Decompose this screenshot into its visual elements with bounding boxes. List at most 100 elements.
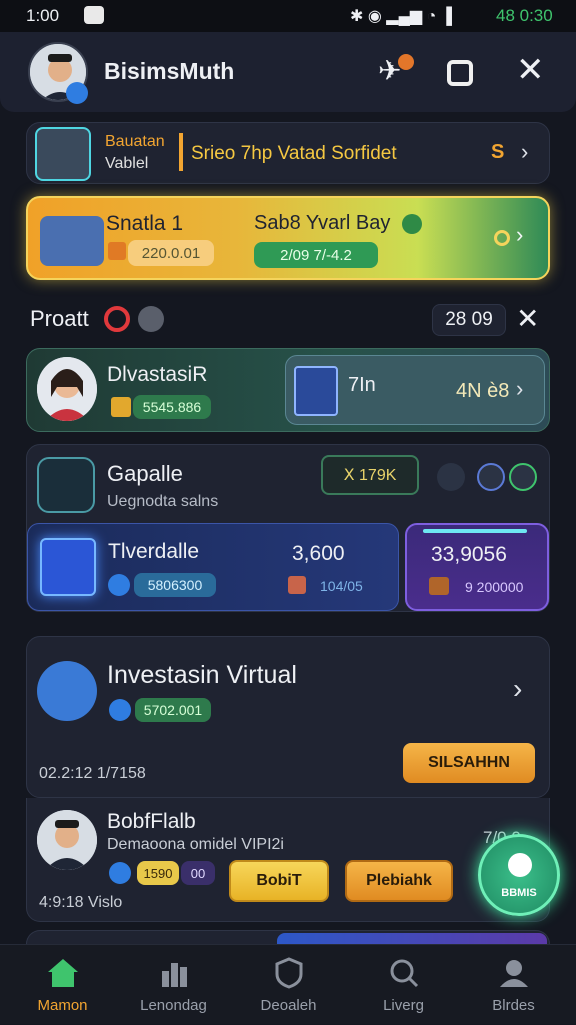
promo-right-value: 2/09 7/-4.2 bbox=[254, 242, 378, 268]
verified-badge-icon bbox=[66, 82, 88, 104]
card2-right-amount: 33,9056 bbox=[431, 543, 507, 566]
card2-badge: Ⅹ 179K bbox=[321, 455, 419, 495]
fab-label: BBMIS bbox=[501, 887, 537, 899]
card2-amount-sub: 104/05 bbox=[320, 578, 363, 594]
card3-meta: 02.2:12 1/7158 bbox=[39, 765, 146, 782]
section-value: 28 09 bbox=[432, 304, 506, 336]
close-icon[interactable]: ✕ bbox=[516, 50, 545, 90]
nav-item-home[interactable]: Mamon bbox=[5, 945, 120, 1025]
nav-item-security[interactable]: Deoaleh bbox=[231, 945, 346, 1025]
card3-title: Investasin Virtual bbox=[107, 661, 297, 689]
investment-virtual-card[interactable]: Investasin Virtual 5702.001 › 02.2:12 1/… bbox=[26, 636, 550, 798]
notification-icon bbox=[84, 6, 104, 24]
nav-label-home: Mamon bbox=[37, 996, 88, 1014]
card3-avatar bbox=[37, 661, 97, 721]
banner-badge: S bbox=[491, 141, 505, 163]
card4-meta: 4:9:18 Vislo bbox=[39, 894, 123, 911]
card2-box-icon bbox=[288, 576, 306, 594]
card2-subtitle: Uegnodta salns bbox=[107, 493, 219, 510]
card4-badge2: 00 bbox=[181, 861, 215, 885]
grid-app-icon bbox=[37, 457, 95, 513]
check-icon bbox=[402, 214, 422, 234]
promo-right-title: Sab8 Yvarl Bay bbox=[254, 212, 391, 234]
peek-card bbox=[26, 930, 550, 945]
nav-item-search[interactable]: Liverg bbox=[346, 945, 461, 1025]
safe-box-icon bbox=[35, 127, 91, 181]
user-icon bbox=[499, 959, 528, 987]
add-icon[interactable] bbox=[138, 306, 164, 332]
floating-action-button[interactable]: BBMIS bbox=[478, 834, 560, 916]
card1-chevron-icon: › bbox=[516, 376, 524, 401]
nav-label-search: Liverg bbox=[383, 996, 424, 1014]
fab-icon bbox=[508, 853, 532, 877]
card1-right: 4N è8 bbox=[456, 380, 510, 402]
card2-sub-value: 5806300 bbox=[134, 573, 216, 597]
investment-card-1[interactable]: DlvastasiR 5545.886 7In 4N è8 › bbox=[26, 348, 550, 432]
card4-button-1[interactable]: BobiT bbox=[229, 860, 329, 902]
card4-check-icon bbox=[109, 862, 131, 884]
promo-card[interactable]: Snatla 1 220.0.01 Sab8 Yvarl Bay 2/09 7/… bbox=[26, 196, 550, 280]
promo-title: Snatla 1 bbox=[106, 212, 184, 235]
camera-icon[interactable] bbox=[447, 60, 473, 86]
card1-mid: 7In bbox=[348, 374, 376, 396]
status-icon[interactable] bbox=[509, 463, 537, 491]
card2-amount: 3,600 bbox=[292, 542, 345, 565]
status-time: 1:00 bbox=[26, 6, 60, 25]
card2-left-panel[interactable]: Tlverdalle 5806300 3,600 104/05 bbox=[27, 523, 399, 611]
header-title: BisimsMuth bbox=[104, 58, 235, 84]
nav-label-security: Deoaleh bbox=[260, 996, 317, 1014]
nav-item-profile[interactable]: Blrdes bbox=[456, 945, 571, 1025]
info-icon[interactable] bbox=[477, 463, 505, 491]
card2-sub-title: Tlverdalle bbox=[108, 540, 200, 563]
card4-badge1: 1590 bbox=[137, 861, 179, 885]
boost-badge bbox=[398, 54, 414, 70]
document-icon bbox=[40, 538, 96, 596]
card2-right-panel[interactable]: 33,9056 9 200000 bbox=[405, 523, 549, 611]
status-icons: ✱ ◉ ▂▄▆ ◔ ▐ bbox=[350, 8, 453, 25]
status-battery: 48 0:30 bbox=[496, 6, 553, 25]
profile-card[interactable]: BobfFlalb Demaoona omidel VIPI2i 1590 00… bbox=[26, 798, 550, 922]
card4-avatar bbox=[37, 810, 97, 870]
tablet-icon bbox=[294, 366, 338, 416]
card1-value: 5545.886 bbox=[133, 395, 211, 419]
chart-icon bbox=[161, 962, 187, 987]
banner-title: Bauatan bbox=[105, 133, 165, 150]
promo-chevron-icon: › bbox=[516, 222, 524, 247]
card3-chevron-icon[interactable]: › bbox=[513, 673, 522, 705]
card3-value: 5702.001 bbox=[135, 698, 211, 722]
app-header: BisimsMuth ✈ ✕ bbox=[0, 32, 576, 112]
gallery-card[interactable]: Gapalle Uegnodta salns Ⅹ 179K Tlverdalle… bbox=[26, 444, 550, 612]
card3-button[interactable]: SILSAHHN bbox=[403, 743, 535, 783]
card1-title: DlvastasiR bbox=[107, 363, 208, 386]
coin-icon bbox=[494, 230, 510, 246]
card4-button-2[interactable]: Plebiahk bbox=[345, 860, 453, 902]
banner-subtitle: Vablel bbox=[105, 155, 149, 172]
card2-right-sub: 9 200000 bbox=[465, 579, 524, 595]
nav-label-ranking: Lenondag bbox=[140, 996, 207, 1014]
card1-avatar bbox=[37, 357, 97, 421]
banner-divider bbox=[179, 133, 183, 171]
info-banner[interactable]: Bauatan Vablel Srieo 7hp Vatad Sorfidet … bbox=[26, 122, 550, 184]
card2-check-icon bbox=[108, 574, 130, 596]
nav-item-ranking[interactable]: Lenondag bbox=[116, 945, 231, 1025]
section-title: Proatt bbox=[30, 306, 89, 331]
home-icon bbox=[47, 958, 78, 987]
record-icon bbox=[104, 306, 130, 332]
bottom-navigation: Mamon Lenondag Deoaleh Liverg Blrdes bbox=[0, 944, 576, 1024]
card1-coin-icon bbox=[111, 397, 131, 417]
chevron-right-icon: › bbox=[521, 139, 529, 164]
search-icon bbox=[390, 959, 418, 987]
status-bar: 1:00 ✱ ◉ ▂▄▆ ◔ ▐ 48 0:30 bbox=[0, 0, 576, 32]
card2-progress-bar bbox=[423, 529, 527, 533]
promo-value: 220.0.01 bbox=[128, 240, 214, 266]
cards-stack-icon bbox=[40, 216, 104, 266]
card4-title: BobfFlalb bbox=[107, 810, 196, 833]
card2-title: Gapalle bbox=[107, 461, 183, 486]
settings-icon[interactable] bbox=[437, 463, 465, 491]
card4-subtitle: Demaoona omidel VIPI2i bbox=[107, 836, 284, 853]
shield-icon bbox=[275, 956, 302, 989]
section-close-icon[interactable]: ✕ bbox=[516, 302, 539, 335]
banner-text: Srieo 7hp Vatad Sorfidet bbox=[191, 143, 397, 164]
nav-label-profile: Blrdes bbox=[492, 996, 535, 1014]
card3-check-icon bbox=[109, 699, 131, 721]
